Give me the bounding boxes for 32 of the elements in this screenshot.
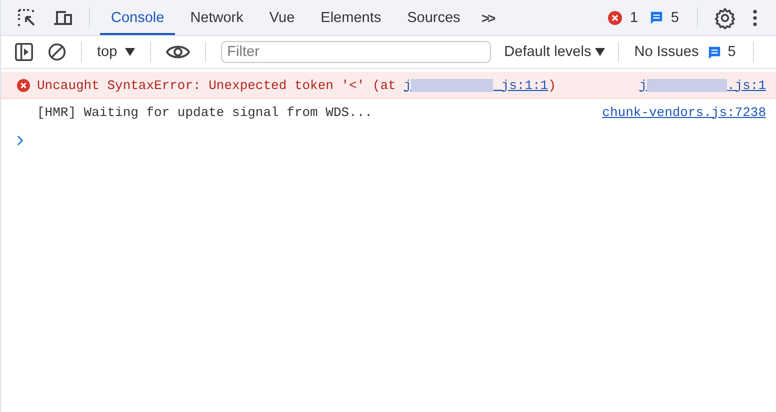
dropdown-icon xyxy=(595,48,606,56)
source-link[interactable]: chunk-vendors.js:7238 xyxy=(602,104,766,120)
message-text: Uncaught SyntaxError: Unexpected token '<' (at xyxy=(37,78,397,92)
panel-tab[interactable]: Sources xyxy=(396,0,472,35)
dropdown-icon xyxy=(125,48,136,56)
issues-label: No Issues xyxy=(634,44,699,60)
message-count: 5 xyxy=(670,10,679,26)
clear-icon[interactable] xyxy=(48,43,66,61)
error-icon xyxy=(608,10,622,24)
context-dropdown[interactable]: top xyxy=(91,44,142,60)
source-link[interactable]: j .js:1 xyxy=(639,78,766,92)
issues-count: 5 xyxy=(728,44,736,60)
sidebar-icon[interactable] xyxy=(15,43,33,61)
levels-dropdown[interactable]: Default levels xyxy=(500,44,610,60)
message-text: [HMR] Waiting for update signal from WDS... xyxy=(37,104,372,120)
panel-tab[interactable]: Elements xyxy=(310,0,392,35)
panel-tab[interactable]: Vue xyxy=(258,0,306,35)
prompt-icon[interactable] xyxy=(17,135,24,146)
message-icon xyxy=(650,11,663,24)
error-icon xyxy=(17,78,30,92)
settings-icon[interactable] xyxy=(714,6,736,28)
panel-tab[interactable]: Network xyxy=(179,0,254,35)
panel-tab[interactable]: Console xyxy=(100,0,176,35)
filter-field[interactable]: Filter xyxy=(221,41,492,63)
message-icon xyxy=(708,46,721,58)
menu-icon[interactable] xyxy=(752,8,758,26)
inspect-icon[interactable] xyxy=(17,8,37,28)
source-link[interactable]: j _js:1:1 xyxy=(404,78,548,92)
error-count: 1 xyxy=(630,10,638,26)
eye-icon[interactable] xyxy=(166,44,190,60)
more-tabs-button[interactable]: >> xyxy=(475,10,500,26)
message-text: ) xyxy=(548,78,556,92)
